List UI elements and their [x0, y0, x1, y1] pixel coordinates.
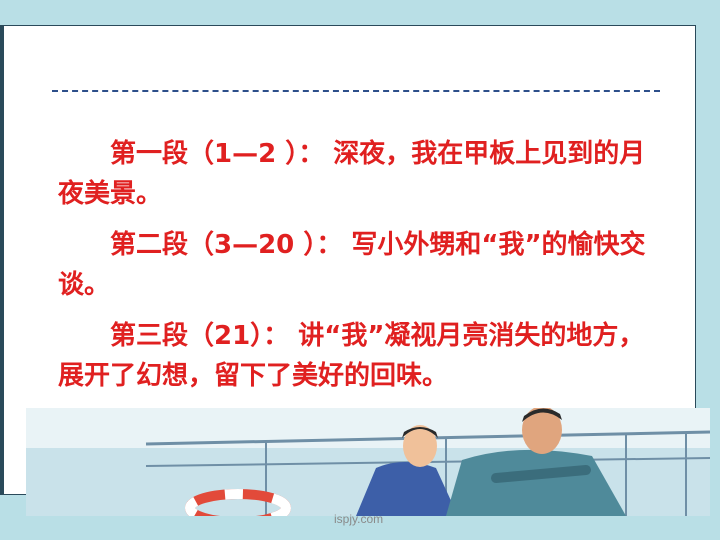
paragraph-section-2: 第二段（3—20 ）： 写小外甥和“我”的愉快交谈。 [58, 230, 646, 300]
paragraph-section-3: 第三段（21）： 讲“我”凝视月亮消失的地方， 展开了幻想，留下了美好的回味。 [58, 321, 645, 391]
ship-deck-illustration [26, 408, 710, 516]
paragraph-section-1: 第一段（1—2 ）： 深夜，我在甲板上见到的月夜美景。 [58, 139, 646, 209]
watermark: ispjy.com [334, 512, 384, 526]
slide-content: 第一段（1—2 ）： 深夜，我在甲板上见到的月夜美景。 第二段（3—20 ）： … [58, 134, 668, 407]
dashed-divider [52, 90, 660, 92]
